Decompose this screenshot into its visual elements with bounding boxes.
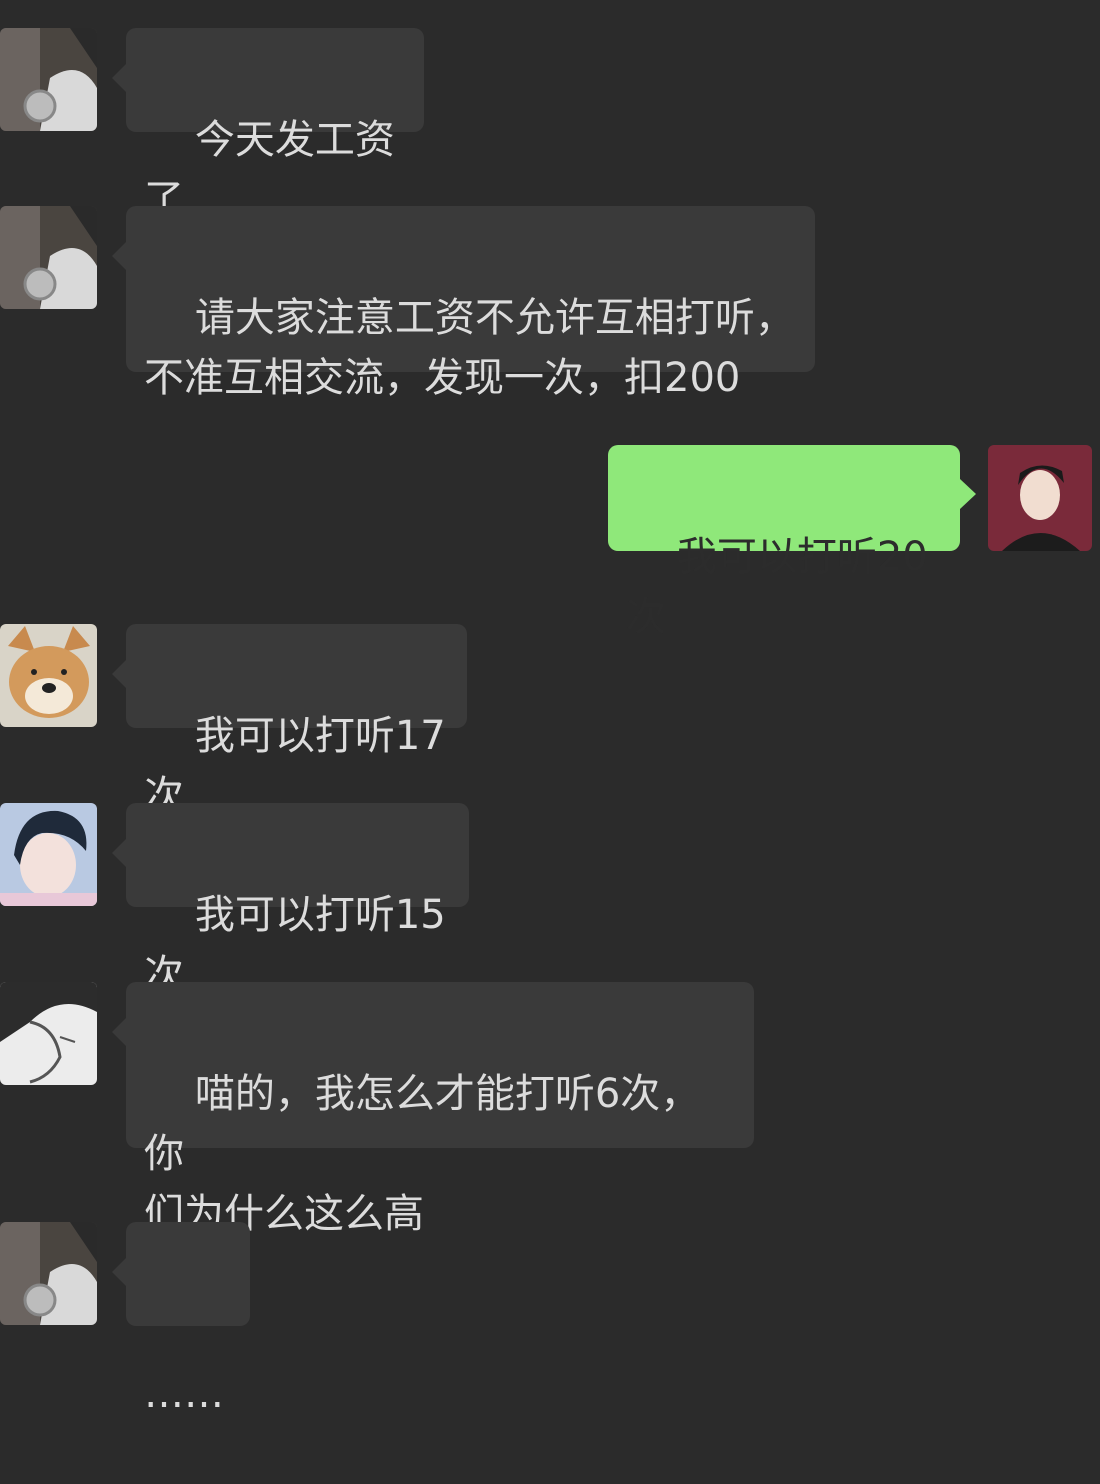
message-text: …… bbox=[144, 1371, 224, 1417]
message-text: 请大家注意工资不允许互相打听， 不准互相交流，发现一次，扣200 bbox=[144, 295, 795, 401]
shiba-dog-avatar[interactable] bbox=[0, 624, 97, 727]
watch-photo-avatar[interactable] bbox=[0, 28, 97, 131]
message-bubble[interactable]: …… bbox=[112, 1222, 250, 1417]
message-text: 喵的，我怎么才能打听6次，你 们为什么这么高 bbox=[144, 1071, 701, 1237]
anime-boy-avatar[interactable] bbox=[0, 803, 97, 906]
message-bubble[interactable]: 今天发工资了 bbox=[112, 28, 424, 223]
cartoon-guy-avatar[interactable] bbox=[988, 445, 1092, 551]
sketch-man-avatar[interactable] bbox=[0, 982, 97, 1085]
message-bubble[interactable]: 我可以打听15次 bbox=[112, 803, 469, 998]
message-bubble[interactable]: 我可以打听17次 bbox=[112, 624, 467, 819]
message-bubble[interactable]: 喵的，我怎么才能打听6次，你 们为什么这么高 bbox=[112, 982, 754, 1237]
message-bubble-outgoing[interactable]: 我可以打听20次 bbox=[608, 445, 976, 640]
message-bubble[interactable]: 请大家注意工资不允许互相打听， 不准互相交流，发现一次，扣200 bbox=[112, 206, 815, 401]
watch-photo-avatar[interactable] bbox=[0, 206, 97, 309]
watch-photo-avatar[interactable] bbox=[0, 1222, 97, 1325]
message-text: 我可以打听20次 bbox=[626, 534, 928, 640]
